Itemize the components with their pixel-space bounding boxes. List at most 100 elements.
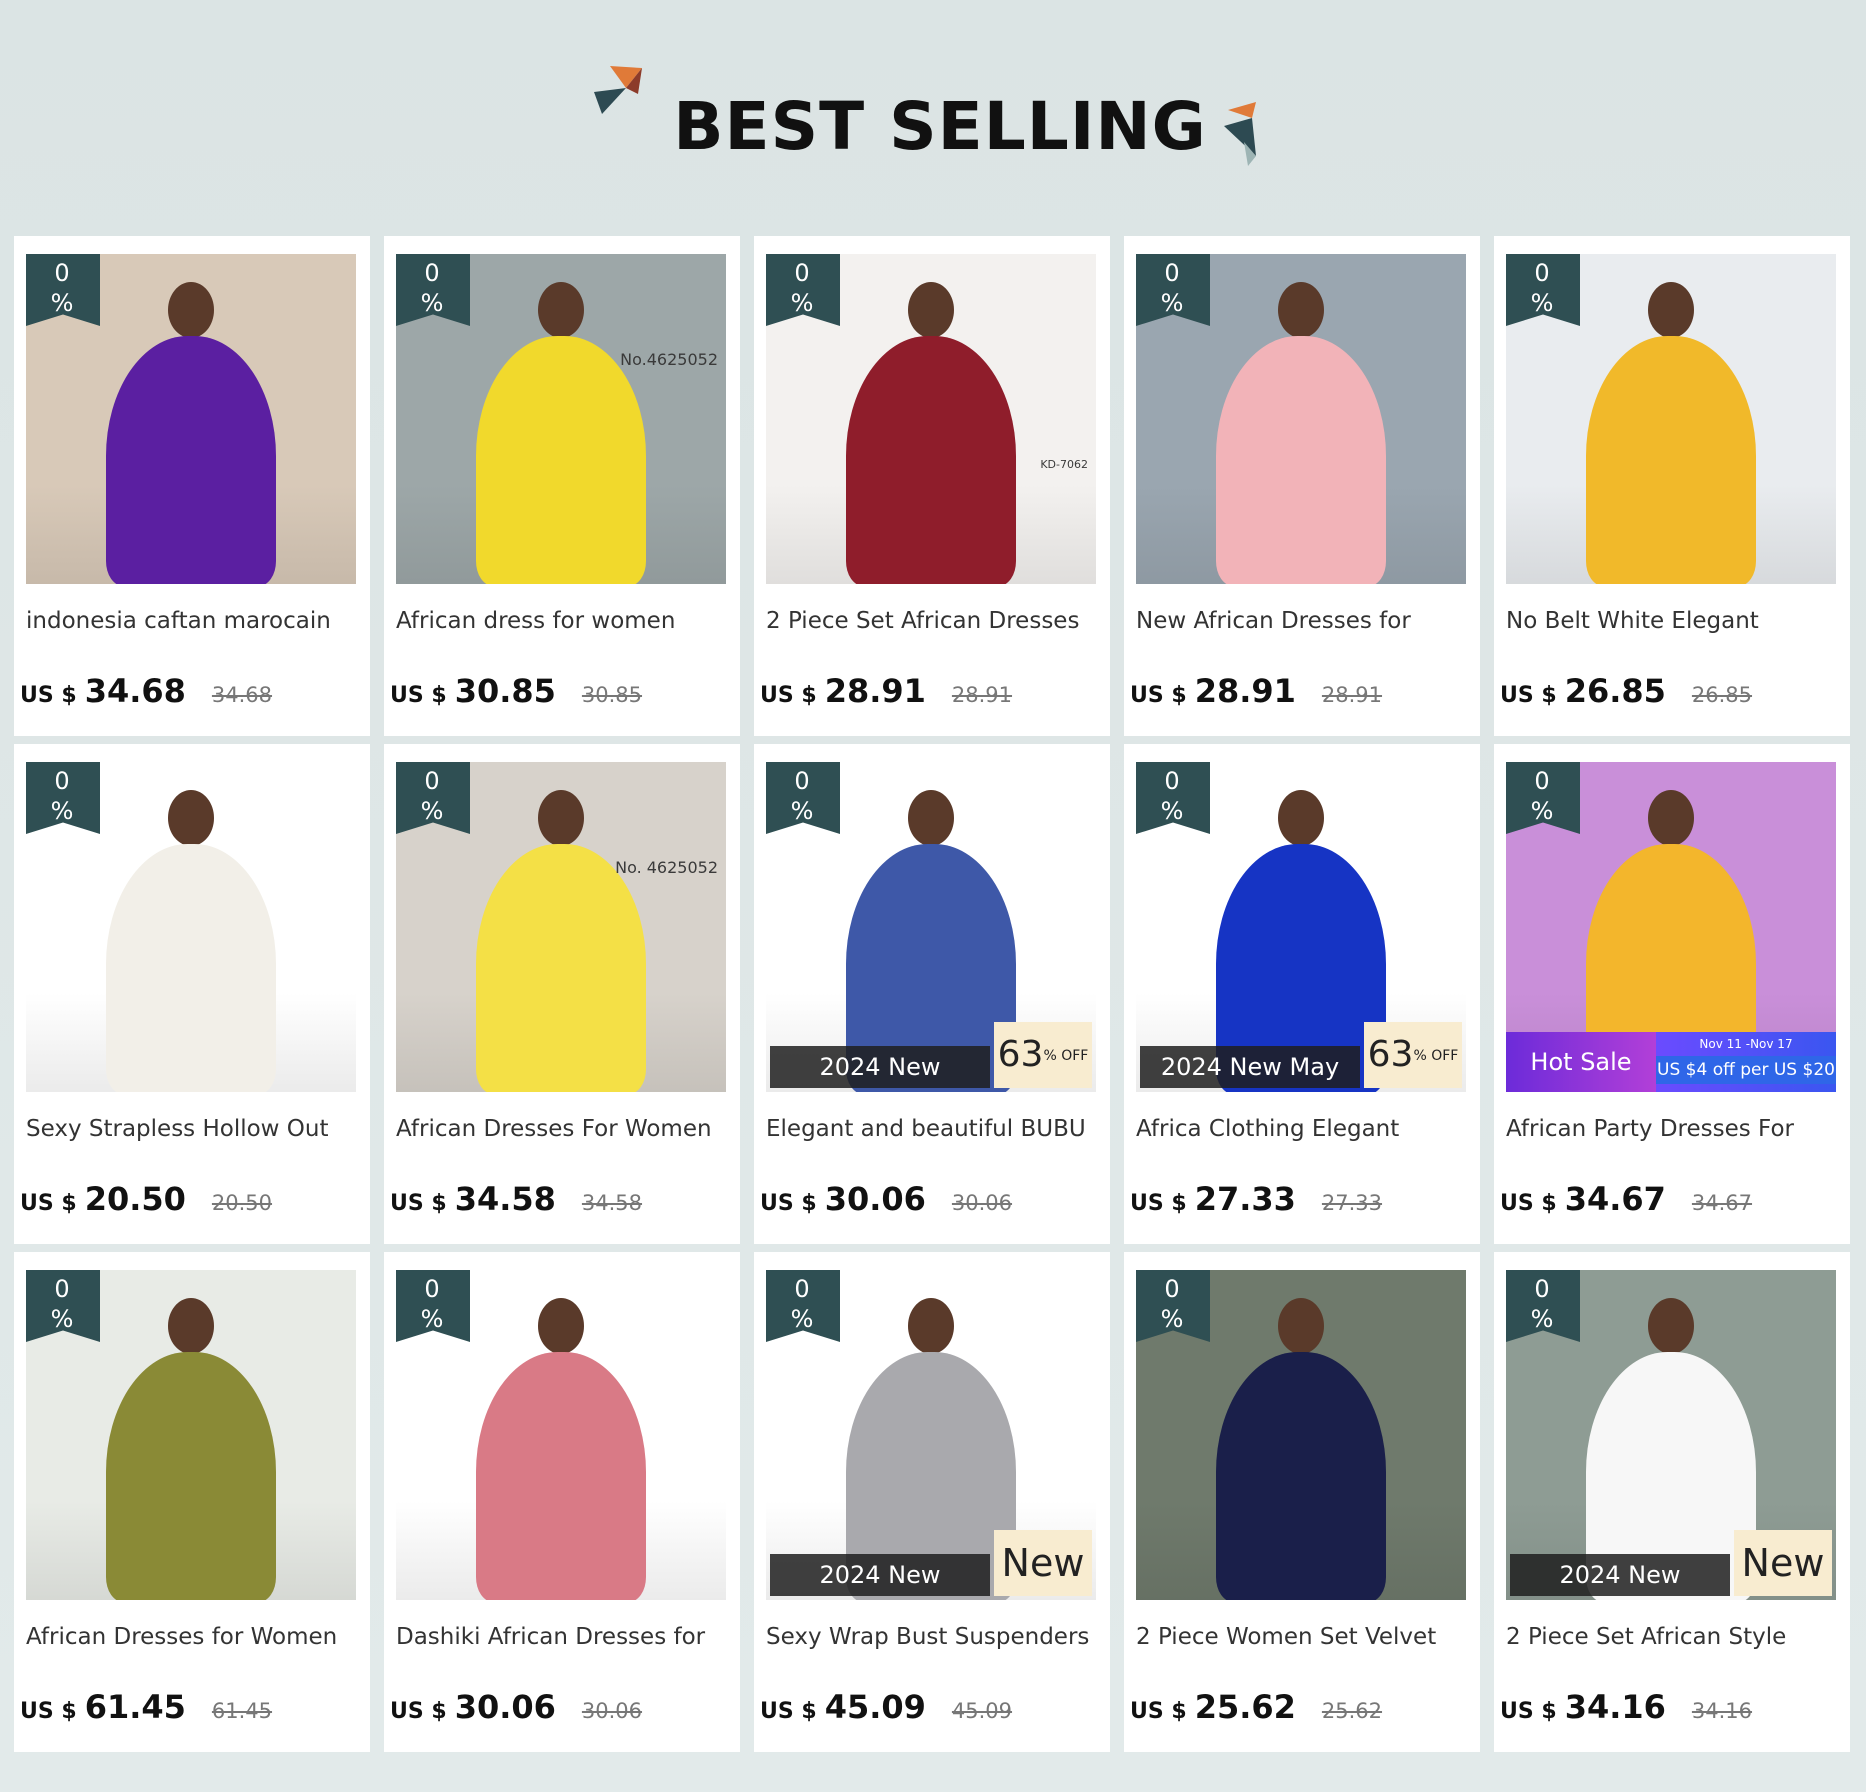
dress-silhouette <box>1586 336 1756 584</box>
promo-banner-label: 2024 New November <box>1510 1554 1730 1631</box>
currency-label: US $ <box>1130 683 1187 708</box>
promo-banner: 2024 New November New <box>1506 1530 1836 1631</box>
original-price: 28.91 <box>1321 683 1383 707</box>
model-head <box>1278 282 1324 338</box>
product-card[interactable]: 0 %OFF2024 New May63% OFFAfrica Clothing… <box>1124 744 1480 1244</box>
price-row: US $ 30.06 30.06 <box>390 1688 734 1732</box>
currency-label: US $ <box>390 683 447 708</box>
product-card[interactable]: 0 %OFFDashiki African Dresses forUS $30.… <box>384 1252 740 1752</box>
price-row: US $ 25.62 25.62 <box>1130 1688 1474 1732</box>
sale-price: 28.91 <box>1194 672 1296 710</box>
dress-silhouette <box>476 1352 646 1600</box>
product-card[interactable]: 0 %OFFSexy Strapless Hollow OutUS $20.50… <box>14 744 370 1244</box>
promo-banner-tag: New <box>1734 1530 1832 1596</box>
model-head <box>168 790 214 846</box>
promo-banner-label: 2024 New <box>770 1046 990 1088</box>
model-head <box>168 282 214 338</box>
product-card[interactable]: KD-70620 %OFF2 Piece Set African Dresses… <box>754 236 1110 736</box>
product-name[interactable]: Elegant and beautiful BUBU <box>766 1116 1102 1142</box>
product-name[interactable]: African Party Dresses For <box>1506 1116 1842 1142</box>
discount-percent: 0 % <box>1160 259 1194 317</box>
promo-banner-label: 2024 New November <box>770 1554 990 1631</box>
image-watermark-text: No. 4625052 <box>615 858 718 877</box>
model-head <box>1648 1298 1694 1354</box>
sale-price: 28.91 <box>824 672 926 710</box>
hot-sale-dates: Nov 11 -Nov 17 <box>1699 1037 1793 1051</box>
price-row: US $ 30.06 30.06 <box>760 1180 1104 1224</box>
promo-banner-tag: New <box>994 1530 1092 1596</box>
sale-price: 30.06 <box>824 1180 926 1218</box>
product-card[interactable]: 0 %OFFNo Belt White ElegantUS $26.8526.8… <box>1494 236 1850 736</box>
sale-price: 34.68 <box>84 672 186 710</box>
currency-label: US $ <box>760 1699 817 1724</box>
product-card[interactable]: 0 %OFF2024 New NovemberNew2 Piece Set Af… <box>1494 1252 1850 1752</box>
sale-price: 30.85 <box>454 672 556 710</box>
original-price: 61.45 <box>211 1699 273 1723</box>
model-head <box>908 1298 954 1354</box>
original-price: 20.50 <box>211 1191 273 1215</box>
discount-percent: 0 % <box>1160 767 1194 825</box>
sale-price: 30.06 <box>454 1688 556 1726</box>
original-price: 45.09 <box>951 1699 1013 1723</box>
product-card[interactable]: 0 %OFFHot SaleNov 11 -Nov 17US $4 off pe… <box>1494 744 1850 1244</box>
sale-price: 25.62 <box>1194 1688 1296 1726</box>
product-name[interactable]: 2 Piece Women Set Velvet <box>1136 1624 1472 1650</box>
original-price: 27.33 <box>1321 1191 1383 1215</box>
product-card[interactable]: 0 %OFFAfrican Dresses for WomenUS $61.45… <box>14 1252 370 1752</box>
product-card[interactable]: 0 %OFF2 Piece Women Set VelvetUS $25.622… <box>1124 1252 1480 1752</box>
price-row: US $ 34.58 34.58 <box>390 1180 734 1224</box>
image-watermark-text: KD-7062 <box>1040 458 1088 471</box>
dress-silhouette <box>846 336 1016 584</box>
original-price: 34.16 <box>1691 1699 1753 1723</box>
discount-percent: 0 % <box>1530 1275 1564 1333</box>
product-name[interactable]: Africa Clothing Elegant <box>1136 1116 1472 1142</box>
product-name[interactable]: 2 Piece Set African Dresses <box>766 608 1102 634</box>
product-card[interactable]: No.46250520 %OFFAfrican dress for womenU… <box>384 236 740 736</box>
product-name[interactable]: indonesia caftan marocain <box>26 608 362 634</box>
product-card[interactable]: 0 %OFFNew African Dresses forUS $28.9128… <box>1124 236 1480 736</box>
image-watermark-text: No.4625052 <box>620 350 718 369</box>
product-name[interactable]: Dashiki African Dresses for <box>396 1624 732 1650</box>
price-row: US $ 34.67 34.67 <box>1500 1180 1844 1224</box>
model-head <box>1278 790 1324 846</box>
hot-sale-label: Hot Sale <box>1506 1032 1656 1092</box>
price-row: US $ 20.50 20.50 <box>20 1180 364 1224</box>
promo-banner-tag-suffix: % OFF <box>1043 1048 1089 1064</box>
sale-price: 26.85 <box>1564 672 1666 710</box>
hot-sale-banner: Hot Sale Nov 11 -Nov 17 US $4 off per US $… <box>1506 1032 1836 1092</box>
dress-silhouette <box>106 1352 276 1600</box>
product-card[interactable]: 0 %OFFindonesia caftan marocainUS $34.68… <box>14 236 370 736</box>
promo-banner-tag-value: New <box>1741 1541 1825 1585</box>
model-head <box>1648 282 1694 338</box>
product-name[interactable]: No Belt White Elegant <box>1506 608 1842 634</box>
promo-banner-tag-value: 63 <box>997 1034 1044 1075</box>
original-price: 34.68 <box>211 683 273 707</box>
product-name[interactable]: Sexy Wrap Bust Suspenders <box>766 1624 1102 1650</box>
product-name[interactable]: African Dresses For Women <box>396 1116 732 1142</box>
product-card[interactable]: No. 46250520 %OFFAfrican Dresses For Wom… <box>384 744 740 1244</box>
model-head <box>168 1298 214 1354</box>
product-card[interactable]: 0 %OFF2024 New NovemberNewSexy Wrap Bust… <box>754 1252 1110 1752</box>
original-price: 34.67 <box>1691 1191 1753 1215</box>
currency-label: US $ <box>1500 1699 1557 1724</box>
discount-percent: 0 % <box>420 767 454 825</box>
discount-percent: 0 % <box>1530 259 1564 317</box>
price-row: US $ 28.91 28.91 <box>1130 672 1474 716</box>
product-card[interactable]: 0 %OFF2024 New63% OFFElegant and beautif… <box>754 744 1110 1244</box>
model-head <box>538 1298 584 1354</box>
original-price: 30.06 <box>581 1699 643 1723</box>
product-name[interactable]: African Dresses for Women <box>26 1624 362 1650</box>
product-name[interactable]: Sexy Strapless Hollow Out <box>26 1116 362 1142</box>
product-name[interactable]: African dress for women <box>396 608 732 634</box>
discount-percent: 0 % <box>1160 1275 1194 1333</box>
model-head <box>1278 1298 1324 1354</box>
sale-price: 45.09 <box>824 1688 926 1726</box>
product-name[interactable]: 2 Piece Set African Style <box>1506 1624 1842 1650</box>
section-header: BEST SELLING <box>0 60 1866 210</box>
product-grid: 0 %OFFindonesia caftan marocainUS $34.68… <box>14 236 1854 1752</box>
product-name[interactable]: New African Dresses for <box>1136 608 1472 634</box>
page-title: BEST SELLING <box>673 88 1207 165</box>
currency-label: US $ <box>20 1699 77 1724</box>
currency-label: US $ <box>1500 1191 1557 1216</box>
currency-label: US $ <box>390 1191 447 1216</box>
